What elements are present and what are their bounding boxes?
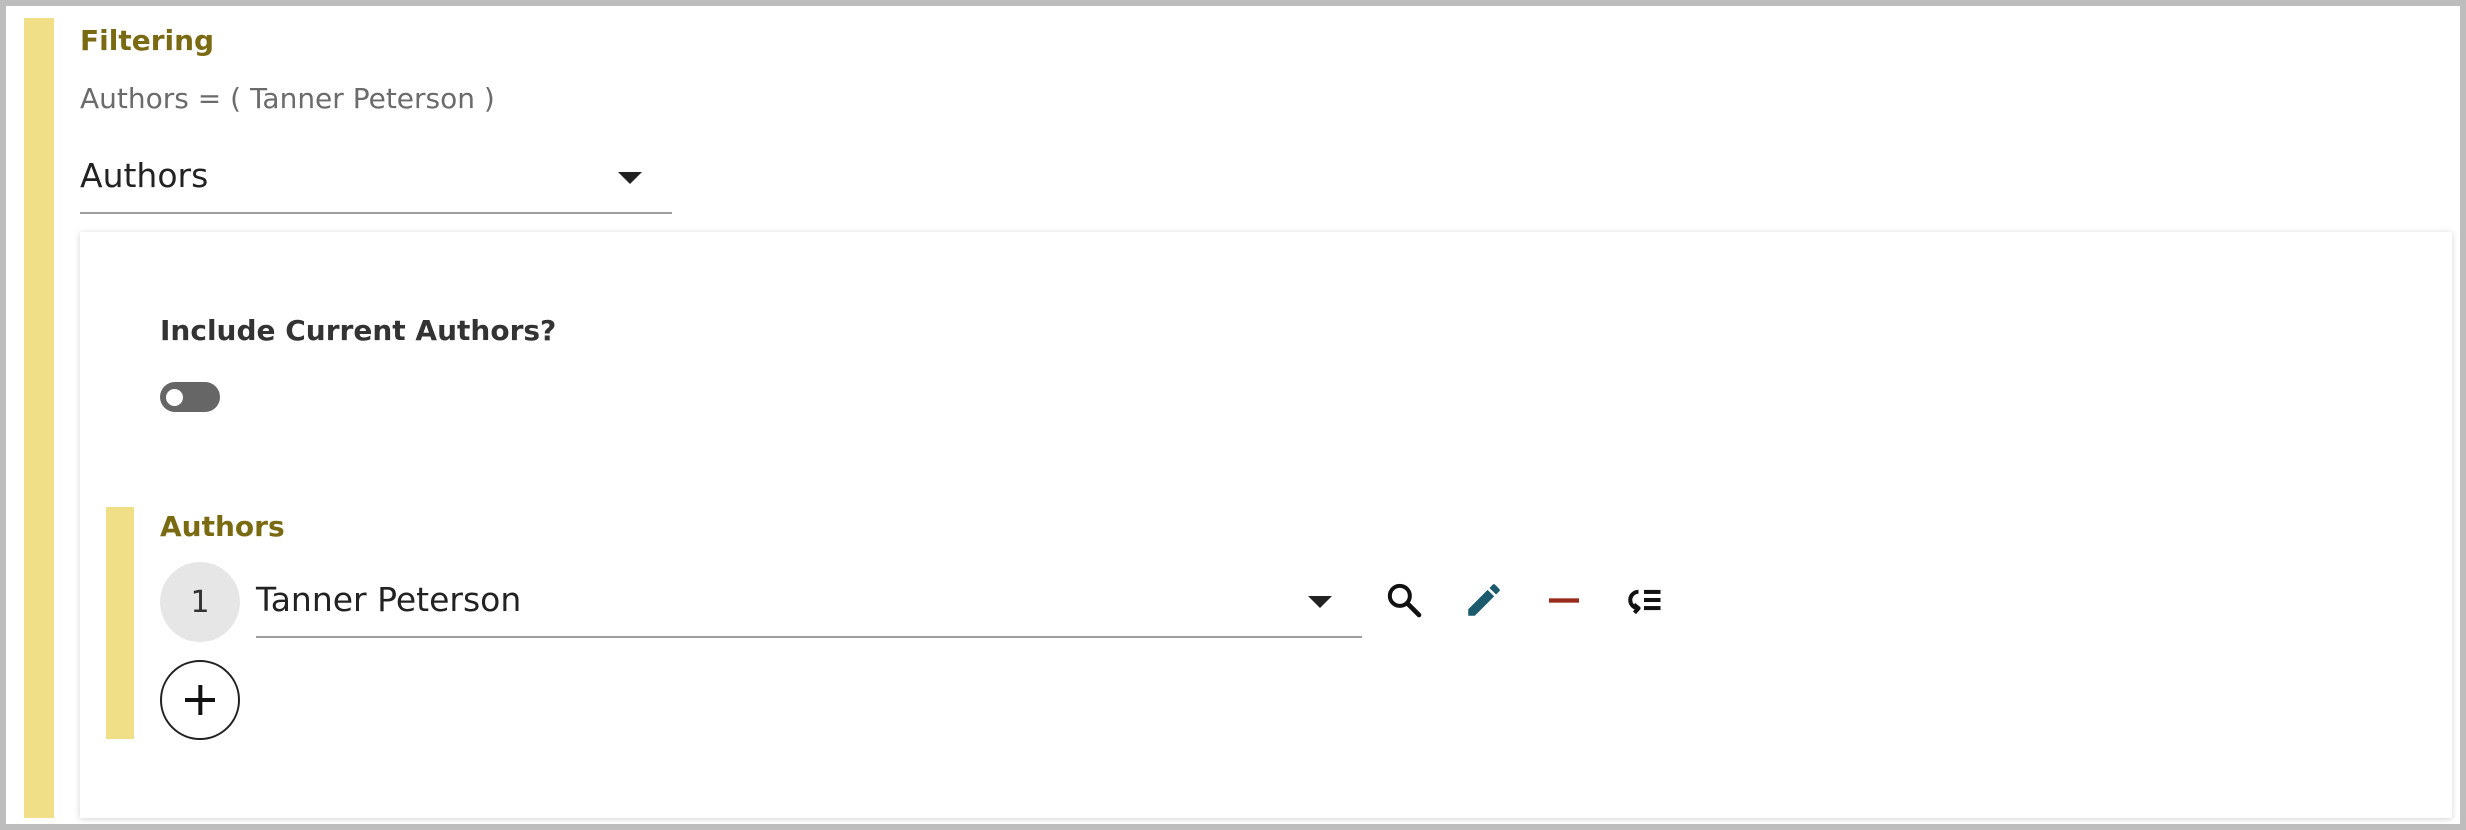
remove-button[interactable] [1536, 572, 1592, 628]
minus-icon [1549, 598, 1579, 603]
authors-filter-panel: Include Current Authors? Authors 1 Tanne… [80, 232, 2452, 818]
section-accent-bar [24, 18, 54, 818]
filter-summary: Authors = ( Tanner Peterson ) [80, 82, 495, 115]
add-author-button[interactable] [160, 660, 240, 740]
filter-card: Filtering Authors = ( Tanner Peterson ) … [0, 0, 2466, 830]
author-select-value: Tanner Peterson [256, 580, 522, 619]
reorder-list-button[interactable] [1616, 572, 1672, 628]
edit-button[interactable] [1456, 572, 1512, 628]
row-index-badge: 1 [160, 562, 240, 642]
filter-field-select[interactable]: Authors [80, 146, 672, 214]
filtering-title: Filtering [80, 24, 215, 57]
author-select[interactable]: Tanner Peterson [256, 566, 1362, 638]
edit-icon [1468, 584, 1500, 616]
filter-field-value: Authors [80, 156, 209, 195]
list-reorder-icon [1628, 589, 1661, 615]
include-current-toggle[interactable] [160, 382, 220, 412]
plus-icon [185, 685, 215, 715]
toggle-knob [166, 389, 183, 406]
include-current-label: Include Current Authors? [160, 314, 557, 347]
search-button[interactable] [1376, 572, 1432, 628]
authors-accent-bar [106, 507, 134, 739]
chevron-down-icon [618, 172, 642, 184]
search-icon [1387, 583, 1422, 618]
authors-list-title: Authors [160, 510, 285, 543]
chevron-down-icon [1308, 596, 1332, 608]
